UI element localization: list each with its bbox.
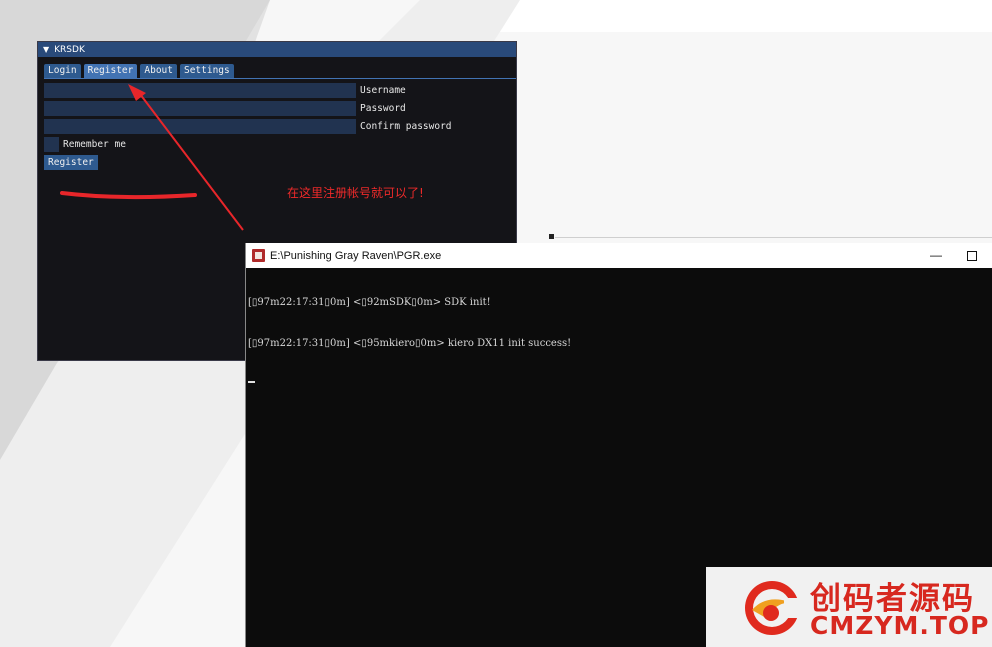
username-label: Username bbox=[360, 85, 406, 96]
tab-register[interactable]: Register bbox=[83, 64, 138, 78]
desktop-marker bbox=[549, 234, 554, 239]
watermark-logo-icon bbox=[745, 581, 800, 635]
annotation-text: 在这里注册帐号就可以了! bbox=[287, 186, 424, 200]
tab-about[interactable]: About bbox=[140, 64, 177, 78]
tab-login[interactable]: Login bbox=[44, 64, 81, 78]
username-row: Username bbox=[44, 83, 406, 98]
tab-underline bbox=[44, 78, 516, 79]
password-row: Password bbox=[44, 101, 406, 116]
register-button[interactable]: Register bbox=[44, 155, 98, 170]
console-titlebar[interactable]: E:\Punishing Gray Raven\PGR.exe — bbox=[246, 243, 992, 268]
remember-checkbox[interactable] bbox=[44, 137, 59, 152]
remember-row: Remember me bbox=[44, 137, 126, 152]
app-icon bbox=[252, 249, 265, 262]
collapse-triangle-icon[interactable]: ▼ bbox=[43, 45, 49, 54]
krsdk-title: KRSDK bbox=[54, 44, 85, 55]
desktop-divider bbox=[555, 237, 992, 238]
confirm-password-input[interactable] bbox=[44, 119, 356, 134]
console-line: [▯97m22:17:31▯0m] <▯95mkiero▯0m> kiero D… bbox=[248, 337, 572, 349]
maximize-button[interactable] bbox=[954, 243, 990, 268]
watermark-en: CMZYM.TOP bbox=[810, 611, 990, 640]
krsdk-titlebar[interactable]: ▼ KRSDK bbox=[38, 42, 516, 57]
watermark: 创码者源码 CMZYM.TOP bbox=[706, 567, 992, 647]
remember-label: Remember me bbox=[63, 139, 126, 150]
tab-settings[interactable]: Settings bbox=[179, 64, 234, 78]
confirm-password-label: Confirm password bbox=[360, 121, 452, 132]
username-input[interactable] bbox=[44, 83, 356, 98]
console-line: [▯97m22:17:31▯0m] <▯92mSDK▯0m> SDK init! bbox=[248, 297, 491, 308]
console-output: [▯97m22:17:31▯0m] <▯92mSDK▯0m> SDK init!… bbox=[246, 268, 992, 410]
password-input[interactable] bbox=[44, 101, 356, 116]
console-title: E:\Punishing Gray Raven\PGR.exe bbox=[270, 249, 442, 262]
minimize-button[interactable]: — bbox=[918, 243, 954, 268]
console-cursor bbox=[248, 381, 255, 383]
password-label: Password bbox=[360, 103, 406, 114]
maximize-icon bbox=[967, 250, 977, 261]
confirm-password-row: Confirm password bbox=[44, 119, 452, 134]
krsdk-tabs: Login Register About Settings bbox=[44, 64, 234, 78]
